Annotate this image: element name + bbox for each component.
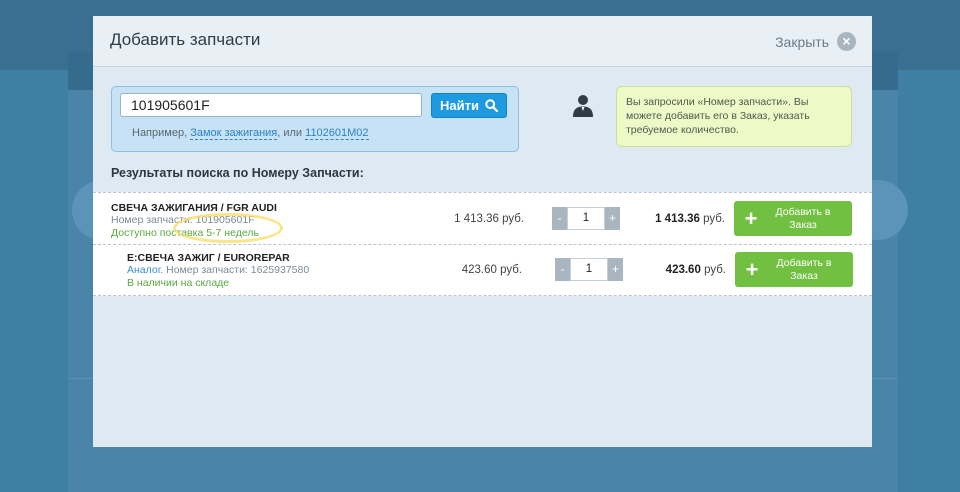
modal-header: Добавить запчасти Закрыть × <box>93 16 872 67</box>
info-tooltip: Вы запросили «Номер запчасти». Вы можете… <box>616 86 852 147</box>
highlight-annotation <box>173 213 283 243</box>
search-button[interactable]: Найти <box>431 93 507 118</box>
close-icon: × <box>837 32 856 51</box>
result-row: E:СВЕЧА ЗАЖИГ / Eurorepar Аналог. Номер … <box>93 244 872 296</box>
modal-title: Добавить запчасти <box>110 30 261 49</box>
add-to-order-label: Добавить в Заказ <box>775 205 831 231</box>
quantity-minus-button[interactable]: - <box>552 207 567 230</box>
search-example: Например, Замок зажигания, или 1102601M0… <box>132 127 369 140</box>
add-to-order-button[interactable]: + Добавить в Заказ <box>734 201 852 236</box>
person-icon <box>573 95 593 117</box>
example-link-ignition-lock[interactable]: Замок зажигания <box>190 127 278 140</box>
search-icon <box>485 99 498 112</box>
total-unit: руб. <box>704 264 726 276</box>
quantity-input[interactable]: 1 <box>567 207 605 230</box>
search-button-label: Найти <box>440 98 479 113</box>
availability: В наличии на складе <box>127 277 230 289</box>
total-price: 423.60 руб. <box>626 264 726 276</box>
close-button[interactable]: Закрыть × <box>775 32 856 51</box>
add-to-order-button[interactable]: + Добавить в Заказ <box>735 252 853 287</box>
example-middle: , или <box>277 127 303 139</box>
total-unit: руб. <box>703 213 725 225</box>
total-price: 1 413.36 руб. <box>625 213 725 225</box>
part-number: Номер запчасти: 1625937580 <box>166 264 310 276</box>
total-value: 1 413.36 <box>655 213 700 225</box>
results-list: СВЕЧА ЗАЖИГАНИЯ / FGR AUDI Номер запчаст… <box>93 192 872 296</box>
search-input[interactable] <box>120 93 422 117</box>
quantity-stepper: - 1 + <box>555 258 623 281</box>
quantity-plus-button[interactable]: + <box>605 207 620 230</box>
unit-price: 1 413.36 руб. <box>454 213 524 225</box>
example-link-part-number[interactable]: 1102601M02 <box>305 127 369 140</box>
quantity-stepper: - 1 + <box>552 207 620 230</box>
total-value: 423.60 <box>665 264 701 276</box>
quantity-input[interactable]: 1 <box>570 258 608 281</box>
search-panel: Найти Например, Замок зажигания, или 110… <box>111 86 519 152</box>
results-title: Результаты поиска по Номеру Запчасти: <box>111 166 364 180</box>
add-to-order-label: Добавить в Заказ <box>776 256 832 282</box>
example-prefix: Например, <box>132 127 188 139</box>
quantity-minus-button[interactable]: - <box>555 258 570 281</box>
close-label: Закрыть <box>775 33 829 50</box>
quantity-plus-button[interactable]: + <box>608 258 623 281</box>
part-number-line: Аналог. Номер запчасти: 1625937580 <box>127 264 309 276</box>
plus-icon: + <box>745 257 759 282</box>
analog-label: Аналог. <box>127 264 164 276</box>
part-name: СВЕЧА ЗАЖИГАНИЯ / FGR AUDI <box>111 202 277 214</box>
part-name: E:СВЕЧА ЗАЖИГ / Eurorepar <box>127 252 290 264</box>
unit-price: 423.60 руб. <box>461 264 522 276</box>
plus-icon: + <box>744 206 758 231</box>
add-parts-modal: Добавить запчасти Закрыть × Найти Наприм… <box>93 16 872 447</box>
